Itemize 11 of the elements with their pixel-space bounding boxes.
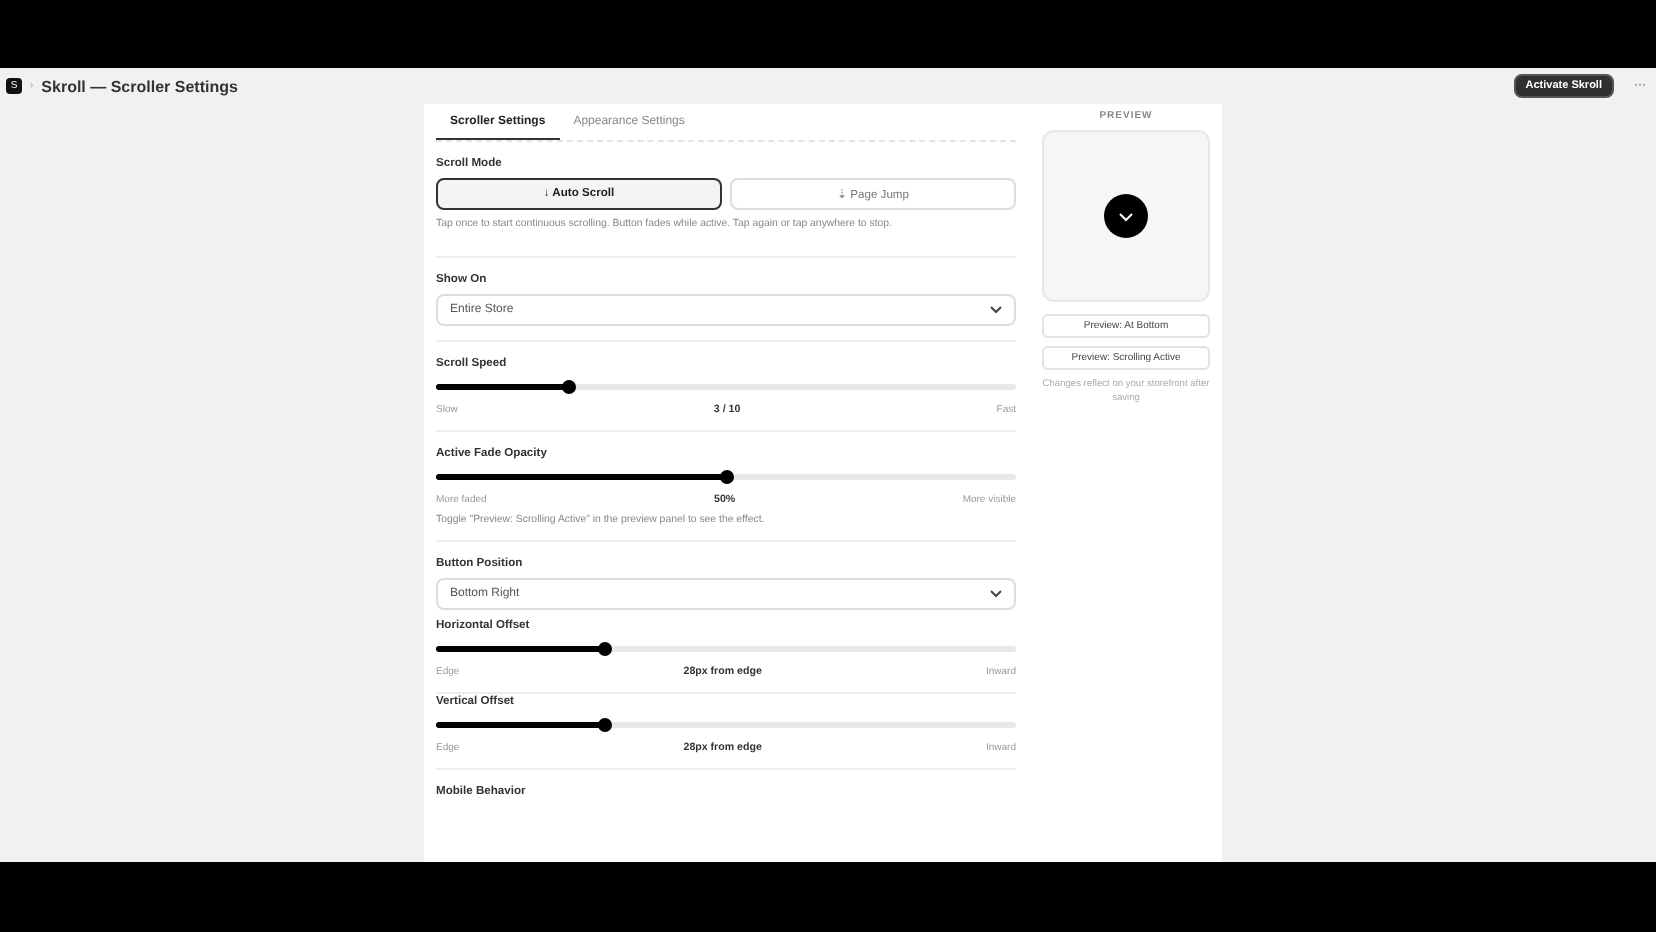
slider-track[interactable] xyxy=(436,722,1016,728)
scroll-button-icon xyxy=(1104,194,1148,238)
chevron-down-icon xyxy=(990,590,1002,598)
page-title: Skroll — Scroller Settings xyxy=(41,77,240,95)
slider-thumb[interactable] xyxy=(719,470,733,484)
slider-thumb[interactable] xyxy=(597,642,612,656)
slider-track[interactable] xyxy=(436,474,1016,480)
slider-thumb[interactable] xyxy=(562,380,577,394)
slider-track[interactable] xyxy=(436,646,1016,652)
slider-thumb[interactable] xyxy=(597,718,612,732)
chevron-down-icon xyxy=(990,306,1002,314)
